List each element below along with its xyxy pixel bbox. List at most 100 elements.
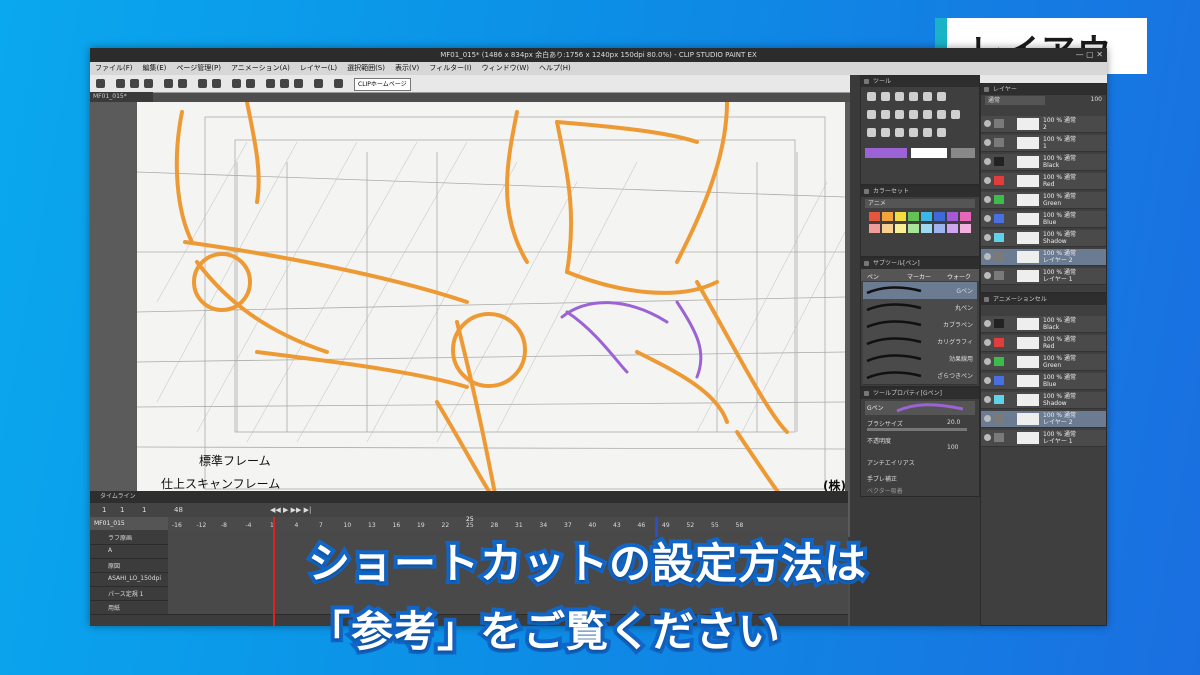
color-swatch[interactable] bbox=[947, 224, 958, 233]
brush-item[interactable]: ざらつきペン bbox=[863, 367, 977, 385]
grid-icon[interactable] bbox=[314, 79, 323, 88]
layer-row[interactable]: 100 % 通常 レイヤー 2 bbox=[981, 411, 1106, 428]
layer-row[interactable]: 100 % 通常 Green bbox=[981, 192, 1106, 209]
layer-row[interactable]: 100 % 通常 Black bbox=[981, 154, 1106, 171]
document-tab[interactable]: MF01_015* bbox=[90, 92, 153, 102]
frame-field-end[interactable]: 48 bbox=[174, 503, 183, 517]
playback-controls[interactable]: ◀◀ ▶ ▶▶ ▶| bbox=[270, 503, 311, 517]
color-swatch[interactable] bbox=[934, 212, 945, 221]
layer-row[interactable]: 100 % 通常 レイヤー 1 bbox=[981, 268, 1106, 285]
color-swatch[interactable] bbox=[934, 224, 945, 233]
layer-opacity[interactable]: 100 bbox=[1091, 96, 1102, 103]
color-swatch[interactable] bbox=[960, 224, 971, 233]
eye-icon[interactable] bbox=[984, 434, 991, 441]
layer-blend-select[interactable]: 通常 bbox=[985, 96, 1045, 105]
menu-window[interactable]: ウィンドウ(W) bbox=[477, 62, 534, 75]
menu-edit[interactable]: 編集(E) bbox=[138, 62, 172, 75]
eye-icon[interactable] bbox=[984, 320, 991, 327]
menu-page[interactable]: ページ管理(P) bbox=[171, 62, 226, 75]
eye-icon[interactable] bbox=[984, 139, 991, 146]
color-swatch[interactable] bbox=[908, 212, 919, 221]
open-icon[interactable] bbox=[130, 79, 139, 88]
menu-selection[interactable]: 選択範囲(S) bbox=[342, 62, 390, 75]
deselect-icon[interactable] bbox=[232, 79, 241, 88]
eye-icon[interactable] bbox=[984, 339, 991, 346]
layer-row[interactable]: 100 % 通常 Blue bbox=[981, 373, 1106, 390]
menu-view[interactable]: 表示(V) bbox=[390, 62, 424, 75]
eye-icon[interactable] bbox=[984, 253, 991, 260]
layer-row[interactable]: 100 % 通常 Shadow bbox=[981, 392, 1106, 409]
color-swatch[interactable] bbox=[921, 224, 932, 233]
menu-animation[interactable]: アニメーション(A) bbox=[226, 62, 295, 75]
layer-row[interactable]: 100 % 通常 Blue bbox=[981, 211, 1106, 228]
window-controls[interactable]: — ▢ ✕ bbox=[1076, 48, 1103, 62]
eye-icon[interactable] bbox=[96, 79, 105, 88]
tool-icons[interactable] bbox=[861, 88, 979, 183]
color-swatch[interactable] bbox=[869, 224, 880, 233]
color-swatch[interactable] bbox=[960, 212, 971, 221]
menu-file[interactable]: ファイル(F) bbox=[90, 62, 138, 75]
eye-icon[interactable] bbox=[984, 177, 991, 184]
homepage-button[interactable]: CLIPホームページ bbox=[354, 78, 411, 91]
brush-item[interactable]: 丸ペン bbox=[863, 299, 977, 317]
layer-row[interactable]: 100 % 通常 レイヤー 2 bbox=[981, 249, 1106, 266]
frame-field-3[interactable]: 1 bbox=[142, 503, 146, 517]
eye-icon[interactable] bbox=[984, 120, 991, 127]
color-swatch[interactable] bbox=[882, 212, 893, 221]
layer-row[interactable]: 100 % 通常 レイヤー 1 bbox=[981, 430, 1106, 447]
eye-icon[interactable] bbox=[984, 396, 991, 403]
frame-field-1[interactable]: 1 bbox=[102, 503, 106, 517]
canvas-area[interactable]: 標準フレーム 仕上スキャンフレーム (株)旭 bbox=[90, 102, 850, 537]
tab-marker[interactable]: マーカー bbox=[907, 272, 931, 281]
prop-opacity-value[interactable]: 100 bbox=[947, 444, 958, 451]
eye-icon[interactable] bbox=[984, 234, 991, 241]
eye-icon[interactable] bbox=[984, 358, 991, 365]
timeline-name[interactable]: MF01_015 bbox=[90, 517, 168, 530]
color-set-select[interactable]: アニメ bbox=[865, 199, 975, 208]
prop-brush-size-value[interactable]: 20.0 bbox=[947, 419, 960, 426]
timeline-ruler[interactable]: 25 -16 -12 -8 -4 1 4 7 10 13 16 19 22 25 28 31 34 37 40 43… bbox=[168, 516, 848, 530]
tab-walk[interactable]: ウォーク bbox=[947, 272, 971, 281]
color-swatch[interactable] bbox=[895, 212, 906, 221]
menu-help[interactable]: ヘルプ(H) bbox=[534, 62, 576, 75]
menu-filter[interactable]: フィルター(I) bbox=[424, 62, 476, 75]
color-swatch[interactable] bbox=[921, 212, 932, 221]
drawing-paper[interactable]: 標準フレーム 仕上スキャンフレーム (株)旭 bbox=[137, 102, 845, 504]
eye-icon[interactable] bbox=[984, 415, 991, 422]
snap-icon[interactable] bbox=[280, 79, 289, 88]
color-swatch[interactable] bbox=[947, 212, 958, 221]
redo-icon[interactable] bbox=[178, 79, 187, 88]
brush-size-slider[interactable] bbox=[867, 428, 967, 431]
crop-icon[interactable] bbox=[246, 79, 255, 88]
layer-row[interactable]: 100 % 通常 1 bbox=[981, 135, 1106, 152]
undo-icon[interactable] bbox=[164, 79, 173, 88]
layer-row[interactable]: 100 % 通常 Black bbox=[981, 316, 1106, 333]
color-swatch[interactable] bbox=[895, 224, 906, 233]
save-icon[interactable] bbox=[144, 79, 153, 88]
brush-item[interactable]: カブラペン bbox=[863, 316, 977, 334]
layer-row[interactable]: 100 % 通常 Red bbox=[981, 335, 1106, 352]
cloud-icon[interactable] bbox=[334, 79, 343, 88]
brush-item[interactable]: カリグラフィ bbox=[863, 333, 977, 351]
color-swatch[interactable] bbox=[908, 224, 919, 233]
eye-icon[interactable] bbox=[984, 272, 991, 279]
eye-icon[interactable] bbox=[984, 158, 991, 165]
transform-icon[interactable] bbox=[212, 79, 221, 88]
eye-icon[interactable] bbox=[984, 377, 991, 384]
color-swatch[interactable] bbox=[882, 224, 893, 233]
layer-row[interactable]: 100 % 通常 2 bbox=[981, 116, 1106, 133]
clear-icon[interactable] bbox=[198, 79, 207, 88]
layer-row[interactable]: 100 % 通常 Shadow bbox=[981, 230, 1106, 247]
brush-item[interactable]: 効果線用 bbox=[863, 350, 977, 368]
layer-row[interactable]: 100 % 通常 Green bbox=[981, 354, 1106, 371]
frame-field-2[interactable]: 1 bbox=[120, 503, 124, 517]
brush-item[interactable]: Gペン bbox=[863, 282, 977, 300]
layer-row[interactable]: 100 % 通常 Red bbox=[981, 173, 1106, 190]
color-swatch[interactable] bbox=[869, 212, 880, 221]
menu-layer[interactable]: レイヤー(L) bbox=[295, 62, 342, 75]
fill-icon[interactable] bbox=[266, 79, 275, 88]
new-icon[interactable] bbox=[116, 79, 125, 88]
eye-icon[interactable] bbox=[984, 196, 991, 203]
tab-pen[interactable]: ペン bbox=[867, 272, 879, 281]
eye-icon[interactable] bbox=[984, 215, 991, 222]
